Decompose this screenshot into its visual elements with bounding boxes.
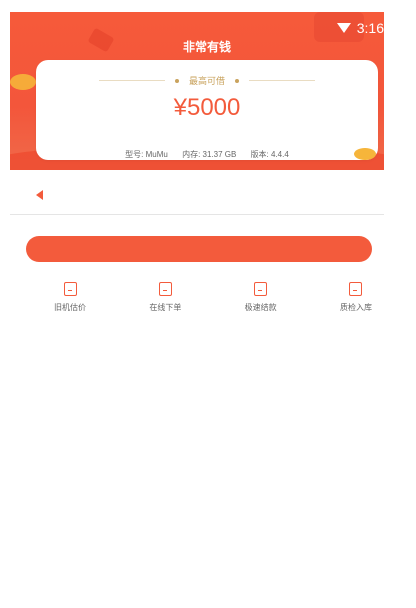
quick-action-label: 旧机估价 bbox=[54, 303, 86, 312]
wifi-icon bbox=[336, 23, 351, 33]
dot-icon bbox=[174, 78, 179, 83]
status-bar: 3:16 bbox=[336, 20, 384, 36]
decor-coin bbox=[10, 74, 36, 90]
quick-action-label: 极速结款 bbox=[244, 303, 277, 312]
divider-line bbox=[249, 80, 315, 81]
device-version: 版本: 4.4.4 bbox=[250, 150, 289, 159]
quick-action-payment[interactable]: 极速结款 bbox=[221, 282, 301, 313]
status-time: 3:16 bbox=[356, 20, 384, 36]
max-loan-amount: ¥5000 bbox=[173, 94, 241, 121]
device-storage: 内存: 31.37 GB bbox=[182, 150, 237, 159]
decor-coin-right bbox=[354, 148, 376, 160]
notice-row bbox=[36, 190, 43, 200]
app-title: 非常有钱 bbox=[182, 40, 231, 54]
order-icon bbox=[158, 282, 172, 296]
max-loan-label: 最高可借 bbox=[188, 76, 225, 86]
quick-action-estimate[interactable]: 旧机估价 bbox=[30, 282, 110, 313]
quick-actions: 旧机估价 在线下单 极速结款 质检入库 bbox=[30, 282, 396, 313]
divider-line bbox=[98, 80, 165, 81]
device-model: 型号: MuMu bbox=[125, 150, 168, 159]
primary-action-button[interactable] bbox=[26, 236, 372, 262]
quick-action-inspect[interactable]: 质检入库 bbox=[316, 282, 396, 313]
dot-icon bbox=[235, 78, 239, 83]
quick-action-order[interactable]: 在线下单 bbox=[125, 282, 205, 313]
quick-action-label: 质检入库 bbox=[339, 303, 372, 312]
max-loan-label-row: 最高可借 bbox=[36, 74, 378, 87]
phone-icon bbox=[63, 282, 77, 296]
section-divider bbox=[10, 214, 384, 215]
quick-action-label: 在线下单 bbox=[149, 303, 182, 312]
header-banner: 3:16 非常有钱 最高可借 ¥5000 型号: MuMu 内存: 31.37 … bbox=[10, 12, 384, 170]
device-info: 型号: MuMu 内存: 31.37 GB 版本: 4.4.4 bbox=[36, 149, 378, 160]
check-icon bbox=[349, 282, 363, 296]
quote-card: 最高可借 ¥5000 型号: MuMu 内存: 31.37 GB 版本: 4.4… bbox=[36, 60, 378, 160]
payment-icon bbox=[254, 282, 268, 296]
speaker-icon bbox=[36, 190, 43, 200]
